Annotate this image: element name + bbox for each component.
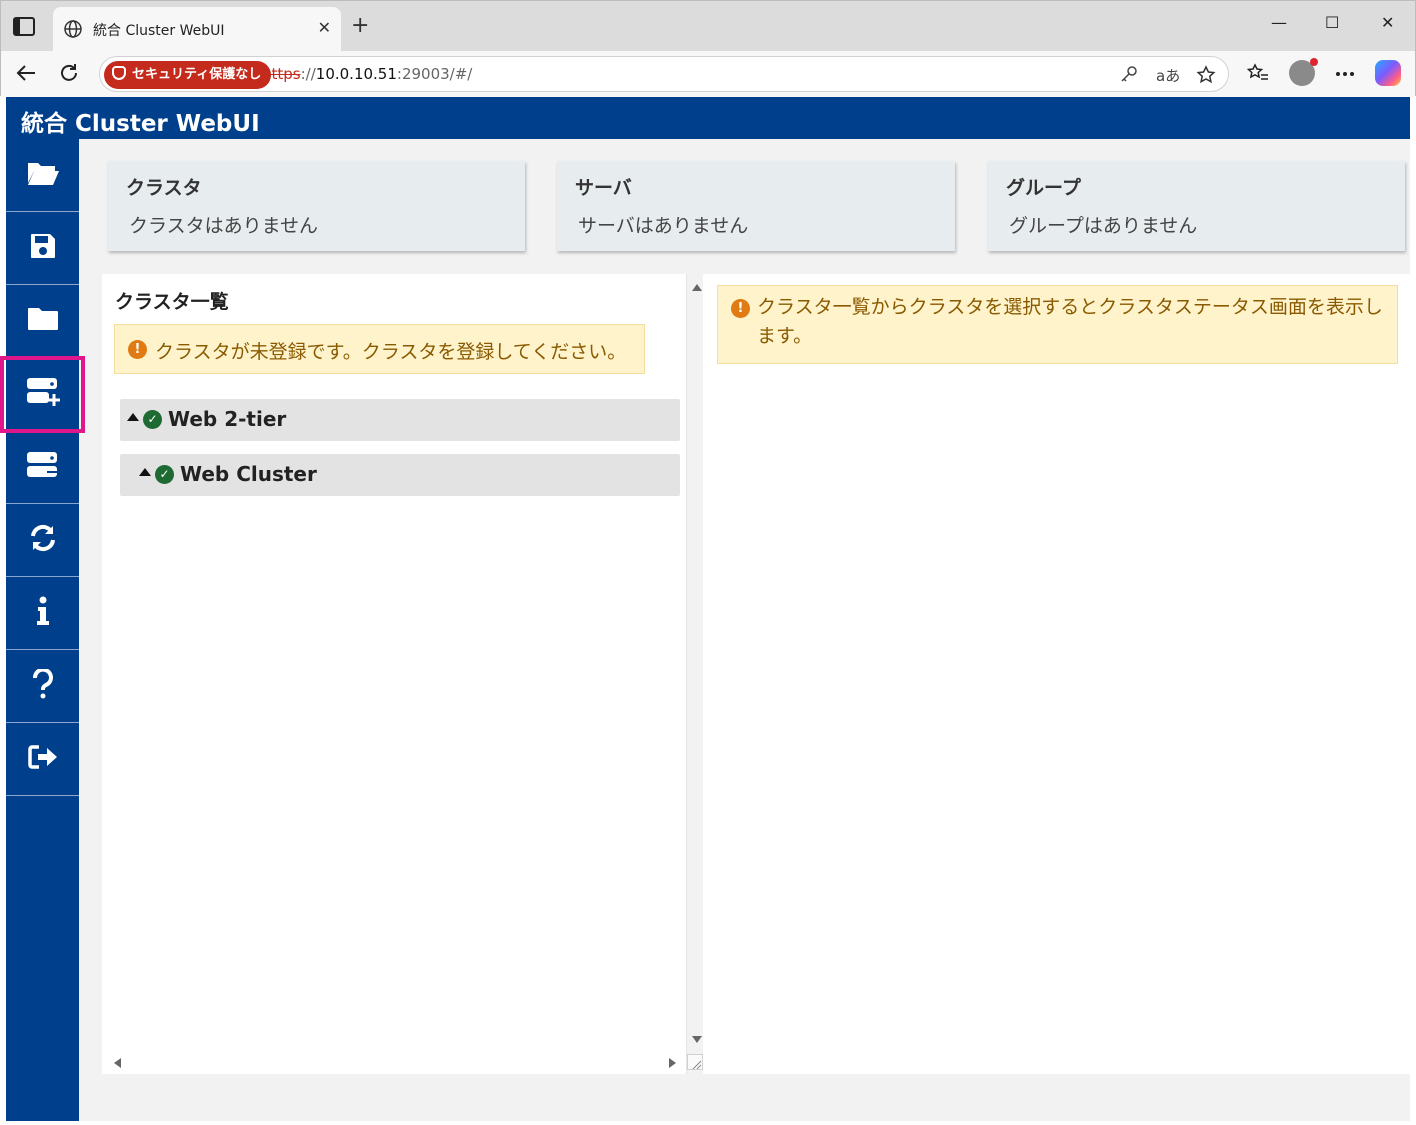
tab-close-icon[interactable]: ✕ bbox=[318, 18, 331, 37]
cluster-row[interactable]: ✓ Web 2-tier bbox=[120, 399, 680, 441]
read-aloud-icon[interactable]: aあ bbox=[1156, 65, 1180, 86]
url-text[interactable]: https://10.0.10.51:29003/#/ bbox=[262, 65, 472, 83]
cluster-list-alert-text: クラスタが未登録です。クラスタを登録してください。 bbox=[155, 341, 627, 363]
sidebar bbox=[0, 139, 85, 1121]
close-window-button[interactable]: ✕ bbox=[1381, 15, 1394, 31]
new-tab-button[interactable]: + bbox=[351, 15, 369, 37]
info-icon bbox=[36, 596, 50, 630]
server-list-icon bbox=[25, 450, 61, 484]
maximize-button[interactable]: ☐ bbox=[1325, 15, 1339, 31]
cluster-list-title: クラスタ一覧 bbox=[115, 291, 229, 313]
sidebar-item-info[interactable] bbox=[6, 577, 79, 650]
tab-bar: 統合 Cluster WebUI ✕ + — ☐ ✕ bbox=[1, 1, 1415, 51]
sidebar-item-help[interactable] bbox=[6, 650, 79, 723]
globe-icon bbox=[63, 19, 83, 43]
tab-actions-icon[interactable] bbox=[13, 17, 39, 39]
key-icon[interactable] bbox=[1120, 65, 1138, 87]
sidebar-item-open-config[interactable] bbox=[6, 139, 79, 212]
cluster-list-alert: ! クラスタが未登録です。クラスタを登録してください。 bbox=[114, 324, 645, 374]
summary-card-group: グループ グループはありません bbox=[988, 161, 1405, 251]
cluster-name[interactable]: Web 2-tier bbox=[168, 407, 286, 431]
app-header: 統合 Cluster WebUI bbox=[6, 97, 1410, 139]
sidebar-item-save-config[interactable] bbox=[6, 212, 79, 285]
save-icon bbox=[29, 232, 57, 264]
warning-icon: ! bbox=[731, 299, 750, 318]
status-ok-icon: ✓ bbox=[155, 465, 174, 484]
cluster-detail-panel: ! クラスタ一覧からクラスタを選択するとクラスタステータス画面を表示します。 bbox=[703, 274, 1410, 1074]
sidebar-item-add-cluster[interactable] bbox=[0, 356, 85, 433]
profile-avatar[interactable] bbox=[1289, 58, 1318, 86]
sidebar-item-reload[interactable] bbox=[6, 504, 79, 577]
summary-group-heading: グループ bbox=[1006, 177, 1081, 199]
scroll-right-arrow-icon[interactable] bbox=[669, 1058, 676, 1068]
cluster-row[interactable]: ✓ Web Cluster bbox=[120, 454, 680, 496]
reload-icon bbox=[28, 523, 58, 557]
scroll-down-arrow-icon[interactable] bbox=[692, 1036, 702, 1043]
summary-cluster-value: クラスタはありません bbox=[129, 215, 319, 237]
refresh-button[interactable] bbox=[58, 62, 80, 89]
warning-icon: ! bbox=[128, 340, 147, 359]
cluster-detail-alert-text: クラスタ一覧からクラスタを選択するとクラスタステータス画面を表示します。 bbox=[757, 296, 1383, 347]
help-icon bbox=[32, 667, 54, 703]
sidebar-item-server-list[interactable] bbox=[6, 431, 79, 504]
browser-chrome: 統合 Cluster WebUI ✕ + — ☐ ✕ セキュリティ保護なし ht… bbox=[0, 0, 1416, 97]
cluster-list-panel[interactable]: クラスタ一覧 ! クラスタが未登録です。クラスタを登録してください。 ✓ Web… bbox=[102, 274, 703, 1074]
shield-icon bbox=[112, 66, 126, 80]
back-button[interactable] bbox=[15, 62, 37, 89]
resize-grip-icon[interactable] bbox=[687, 1054, 703, 1070]
webui-app: 統合 Cluster WebUI クラスタ クラスタはありません サーバ サーバ… bbox=[0, 97, 1410, 1121]
browser-toolbar: セキュリティ保護なし https://10.0.10.51:29003/#/ a… bbox=[1, 51, 1415, 97]
logout-icon bbox=[27, 744, 59, 774]
summary-server-value: サーバはありません bbox=[578, 215, 749, 237]
tab-title: 統合 Cluster WebUI bbox=[93, 23, 225, 39]
summary-card-server: サーバ サーバはありません bbox=[557, 161, 955, 251]
caret-up-icon[interactable] bbox=[139, 468, 151, 476]
cluster-detail-alert: ! クラスタ一覧からクラスタを選択するとクラスタステータス画面を表示します。 bbox=[717, 285, 1398, 364]
sidebar-item-folder[interactable] bbox=[6, 285, 79, 358]
minimize-button[interactable]: — bbox=[1271, 15, 1287, 31]
favorites-icon[interactable] bbox=[1246, 63, 1269, 87]
address-bar[interactable]: セキュリティ保護なし https://10.0.10.51:29003/#/ a… bbox=[99, 56, 1229, 92]
summary-card-cluster: クラスタ クラスタはありません bbox=[108, 161, 525, 251]
summary-cluster-heading: クラスタ bbox=[126, 177, 202, 199]
summary-group-value: グループはありません bbox=[1009, 215, 1198, 237]
favorite-star-icon[interactable] bbox=[1196, 65, 1216, 89]
scroll-up-arrow-icon[interactable] bbox=[692, 284, 702, 291]
folder-icon bbox=[27, 306, 59, 336]
server-add-icon bbox=[25, 376, 61, 412]
status-ok-icon: ✓ bbox=[143, 410, 162, 429]
cluster-name[interactable]: Web Cluster bbox=[180, 462, 317, 486]
browser-tab[interactable]: 統合 Cluster WebUI ✕ bbox=[53, 7, 341, 51]
security-badge[interactable]: セキュリティ保護なし bbox=[104, 61, 272, 89]
more-menu-icon[interactable] bbox=[1335, 63, 1355, 81]
summary-server-heading: サーバ bbox=[575, 177, 632, 199]
app-title: 統合 Cluster WebUI bbox=[21, 111, 260, 137]
scroll-left-arrow-icon[interactable] bbox=[114, 1058, 121, 1068]
caret-up-icon[interactable] bbox=[127, 413, 139, 421]
copilot-icon[interactable] bbox=[1375, 60, 1401, 86]
sidebar-item-logout[interactable] bbox=[6, 723, 79, 796]
folder-open-icon bbox=[26, 159, 60, 191]
